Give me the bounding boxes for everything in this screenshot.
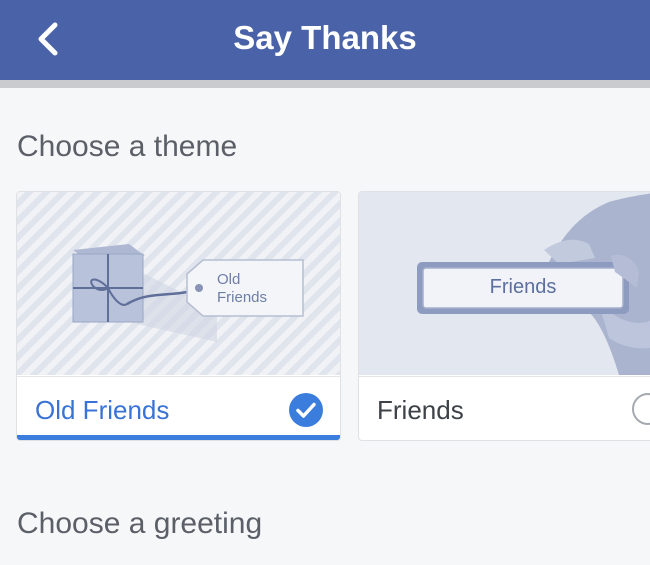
- theme-card-friends[interactable]: Friends Friends: [358, 191, 650, 441]
- page-title: Say Thanks: [233, 19, 417, 56]
- header-divider: [0, 80, 650, 88]
- tag-text-line1: Old: [217, 271, 240, 288]
- radio-unchecked-icon[interactable]: [632, 393, 650, 425]
- theme-image-old-friends: Old Friends: [17, 192, 340, 375]
- hand-holding-plate-illustration: Friends: [417, 193, 650, 375]
- navigation-bar: Say Thanks: [0, 0, 650, 80]
- theme-label-friends: Friends: [377, 395, 464, 425]
- theme-caption-friends: Friends: [359, 376, 650, 440]
- choose-greeting-heading: Choose a greeting: [17, 507, 263, 540]
- check-circle-icon: [289, 393, 323, 427]
- theme-label-old-friends: Old Friends: [35, 395, 170, 425]
- theme-caption-old-friends: Old Friends: [17, 376, 340, 440]
- gift-box-illustration: Old Friends: [72, 244, 304, 342]
- selected-indicator-bar: [17, 435, 340, 440]
- tag-text-line2: Friends: [217, 289, 267, 306]
- theme-image-friends: Friends: [359, 192, 650, 375]
- theme-card-old-friends[interactable]: Old Friends Old Friends: [16, 191, 341, 441]
- plate-text: Friends: [490, 276, 557, 298]
- choose-theme-heading: Choose a theme: [17, 130, 238, 163]
